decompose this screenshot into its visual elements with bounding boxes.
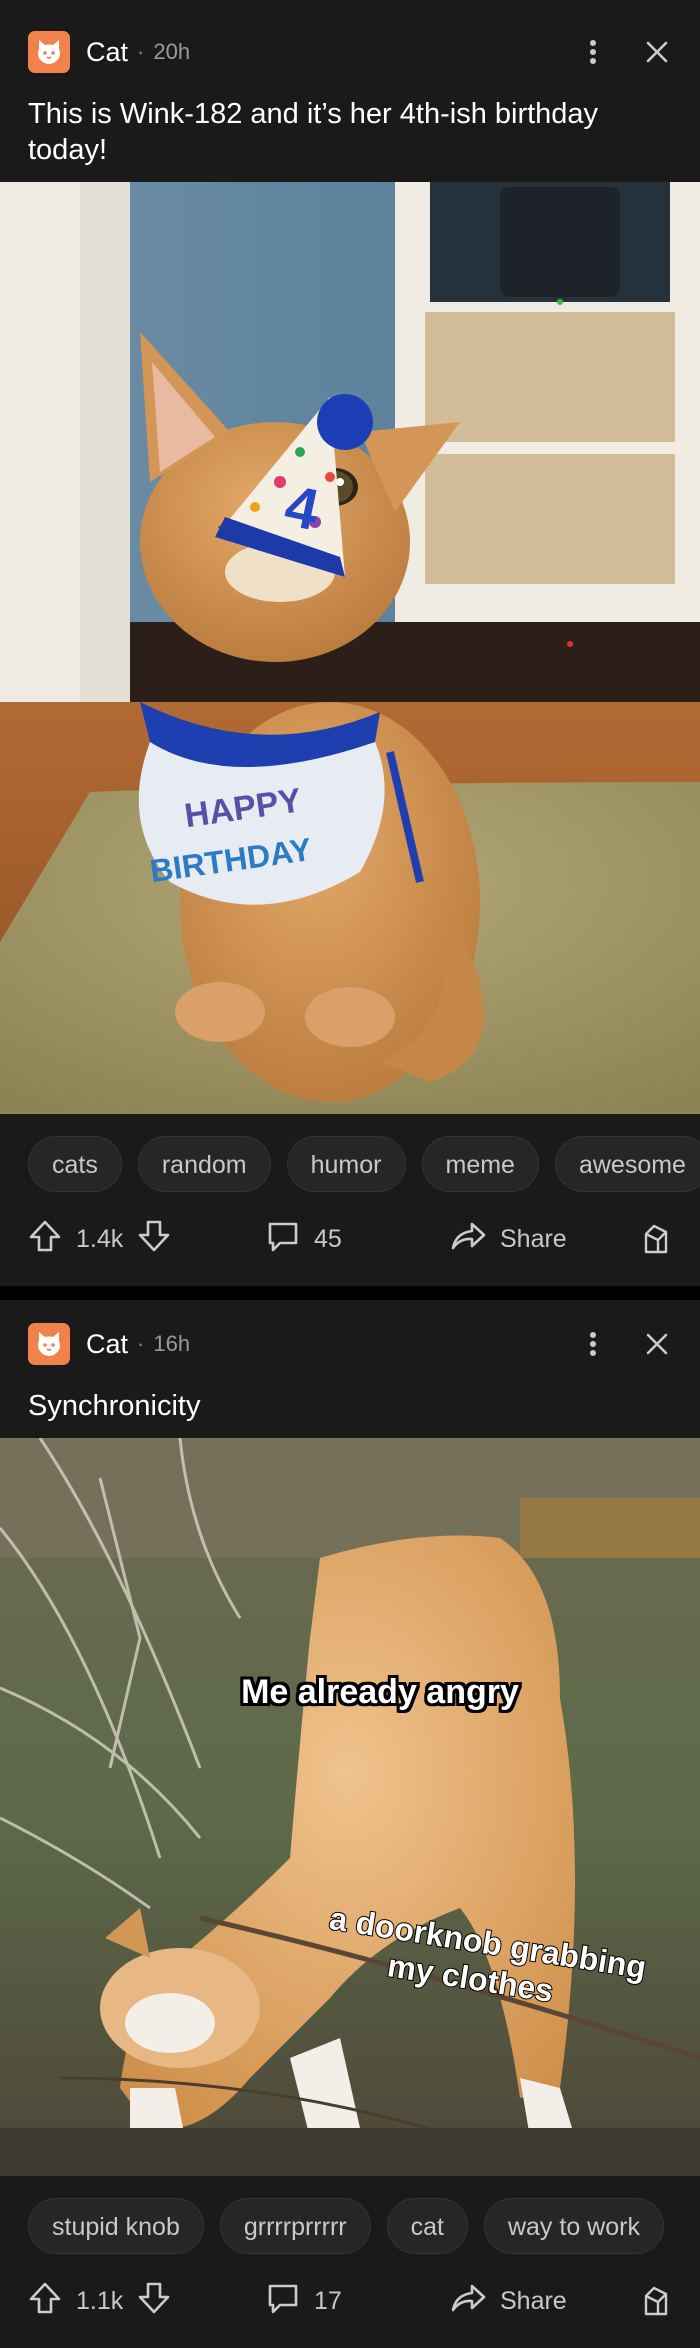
comments-button[interactable]: 45 bbox=[266, 1219, 342, 1260]
post-image[interactable]: Me already angry a doorknob grabbing my … bbox=[0, 1438, 700, 2176]
vote-count: 1.1k bbox=[76, 2286, 124, 2315]
arrow-up-icon[interactable] bbox=[28, 1219, 62, 1260]
comments-button[interactable]: 17 bbox=[266, 2281, 342, 2322]
post-image[interactable]: 4 HAPPY BIRTHDAY bbox=[0, 182, 700, 1114]
close-icon[interactable] bbox=[642, 1329, 672, 1359]
award-icon[interactable] bbox=[638, 1222, 672, 1256]
post-card[interactable]: Cat · 16h Synchronicity Me already angry… bbox=[0, 1300, 700, 2348]
arrow-down-icon[interactable] bbox=[137, 1219, 171, 1260]
separator-dot: · bbox=[137, 1331, 145, 1356]
share-button[interactable]: Share bbox=[450, 2283, 567, 2320]
more-vertical-icon[interactable] bbox=[578, 1329, 608, 1359]
close-icon[interactable] bbox=[642, 37, 672, 67]
tag-chip[interactable]: way to work bbox=[483, 2198, 664, 2254]
top-edge bbox=[0, 0, 700, 8]
more-vertical-icon[interactable] bbox=[578, 37, 608, 67]
vote-count: 1.4k bbox=[76, 1224, 124, 1253]
comment-bubble-icon bbox=[266, 1219, 300, 1260]
tag-chip[interactable]: cats bbox=[28, 1136, 122, 1192]
post-header: Cat · 20h bbox=[0, 8, 700, 96]
post-time: 16h bbox=[153, 1331, 191, 1356]
vote-group: 1.1k bbox=[28, 2281, 171, 2322]
post-time: 20h bbox=[153, 39, 191, 64]
arrow-down-icon[interactable] bbox=[137, 2281, 171, 2322]
meme-caption-top: Me already angry bbox=[241, 1673, 519, 1711]
tag-chip[interactable]: random bbox=[137, 1136, 271, 1192]
comment-bubble-icon bbox=[266, 2281, 300, 2322]
tag-chip[interactable]: awesome bbox=[554, 1136, 700, 1192]
cat-face-icon[interactable] bbox=[28, 1323, 70, 1365]
share-arrow-icon bbox=[450, 1221, 486, 1258]
birthday-cat-photo: 4 HAPPY BIRTHDAY bbox=[0, 182, 700, 1114]
share-button[interactable]: Share bbox=[450, 1221, 567, 1258]
post-card[interactable]: Cat · 20h This is Wink-182 and it’s her … bbox=[0, 8, 700, 1286]
post-actions: 1.4k 45 Share bbox=[0, 1192, 700, 1286]
meme-cat-photo: Me already angry a doorknob grabbing my … bbox=[0, 1438, 700, 2176]
comment-count: 17 bbox=[314, 2286, 342, 2315]
tag-list: cats random humor meme awesome bbox=[0, 1114, 700, 1192]
comment-count: 45 bbox=[314, 1224, 342, 1253]
share-arrow-icon bbox=[450, 2283, 486, 2320]
post-header: Cat · 16h bbox=[0, 1300, 700, 1388]
award-icon[interactable] bbox=[638, 2284, 672, 2318]
community-name[interactable]: Cat bbox=[86, 1329, 128, 1360]
tag-chip[interactable]: stupid knob bbox=[28, 2198, 204, 2254]
community-name[interactable]: Cat bbox=[86, 37, 128, 68]
share-label: Share bbox=[500, 2286, 567, 2315]
share-label: Share bbox=[500, 1224, 567, 1253]
tag-chip[interactable]: meme bbox=[421, 1136, 539, 1192]
separator-dot: · bbox=[137, 39, 145, 64]
arrow-up-icon[interactable] bbox=[28, 2281, 62, 2322]
tag-chip[interactable]: cat bbox=[386, 2198, 468, 2254]
post-title[interactable]: Synchronicity bbox=[0, 1388, 700, 1438]
vote-group: 1.4k bbox=[28, 1219, 171, 1260]
tag-chip[interactable]: humor bbox=[286, 1136, 406, 1192]
cat-face-icon[interactable] bbox=[28, 31, 70, 73]
tag-chip[interactable]: grrrrprrrrr bbox=[219, 2198, 371, 2254]
post-title[interactable]: This is Wink-182 and it’s her 4th-ish bi… bbox=[0, 96, 700, 182]
tag-list: stupid knob grrrrprrrrr cat way to work bbox=[0, 2176, 700, 2254]
post-actions: 1.1k 17 Share bbox=[0, 2254, 700, 2348]
